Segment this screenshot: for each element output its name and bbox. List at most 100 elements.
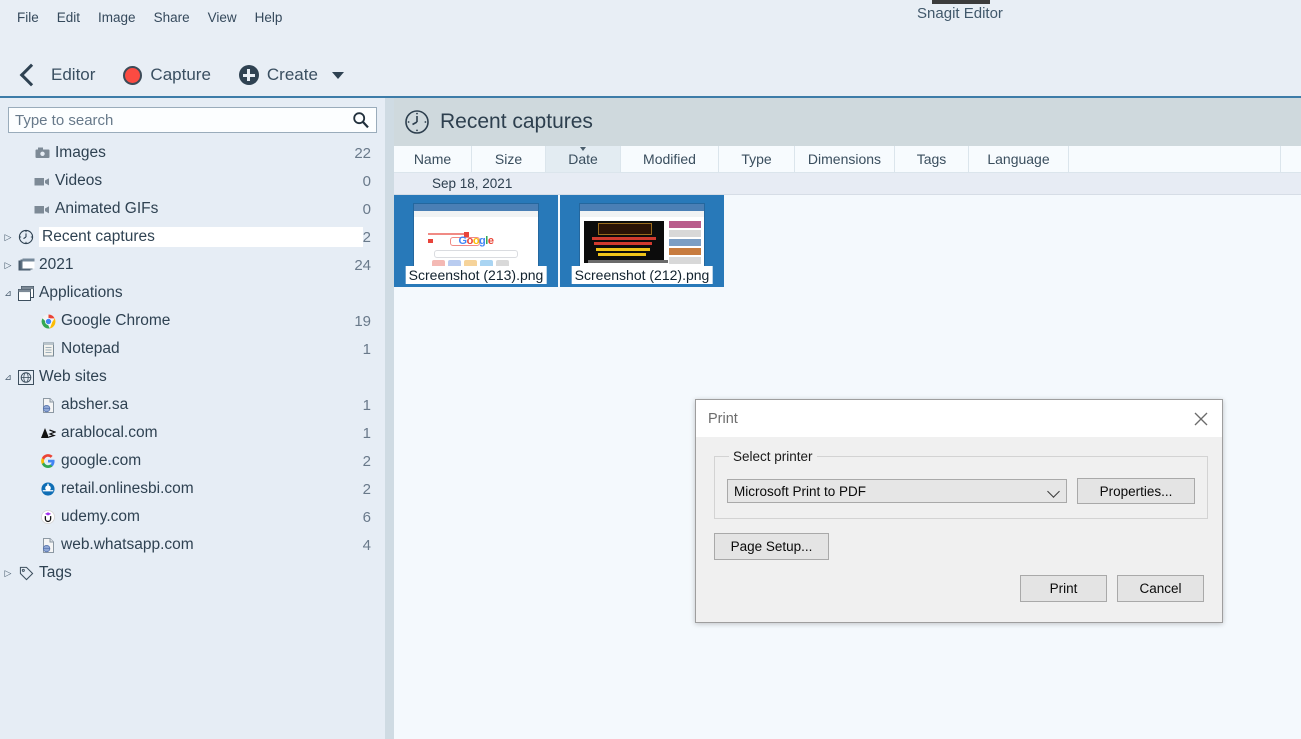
sidebar-item-count: 24 <box>354 256 371 274</box>
chevron-down-icon <box>1047 485 1060 498</box>
clock-icon <box>16 228 36 246</box>
library-tree: Images 22 Videos 0 Animated GIFs 0 ▷ Recent cap… <box>0 139 385 587</box>
cancel-button[interactable]: Cancel <box>1117 575 1204 602</box>
close-button[interactable] <box>1184 404 1218 434</box>
capture-button[interactable]: Capture <box>119 62 220 88</box>
sidebar-item-arablocal-com[interactable]: arablocal.com 1 <box>0 419 385 447</box>
page-setup-button[interactable]: Page Setup... <box>714 533 829 560</box>
sidebar-item-count: 2 <box>362 228 371 246</box>
select-printer-label: Select printer <box>733 449 813 464</box>
sidebar-item-udemy-com[interactable]: udemy.com 6 <box>0 503 385 531</box>
sidebar-item-count: 22 <box>354 144 371 162</box>
sidebar-item-images[interactable]: Images 22 <box>0 139 385 167</box>
column-header-tags[interactable]: Tags <box>895 146 969 172</box>
column-header-label: Modified <box>643 151 696 167</box>
date-group-header[interactable]: Sep 18, 2021 <box>394 173 1301 195</box>
sidebar-item-label: Tags <box>39 564 72 581</box>
sidebar-item-label: Videos <box>55 172 103 189</box>
editor-button[interactable]: Editor <box>14 62 105 88</box>
sidebar-item-label: google.com <box>61 452 142 469</box>
sidebar-item-videos[interactable]: Videos 0 <box>0 167 385 195</box>
page-globe-icon <box>38 536 58 554</box>
sbi-icon <box>38 480 58 498</box>
select-printer-group: Select printer Microsoft Print to PDF Pr… <box>714 449 1208 519</box>
sidebar-item-2021[interactable]: ▷ 2021 24 <box>0 251 385 279</box>
sidebar-item-count: 6 <box>362 508 371 526</box>
sidebar-item-recent-captures[interactable]: ▷ Recent captures 2 <box>0 223 385 251</box>
expand-arrow-icon[interactable]: ▷ <box>0 568 16 579</box>
window-accent-bar <box>932 0 990 4</box>
print-dialog: Print Select printer Microsoft Print to … <box>695 399 1223 623</box>
column-header-label: Type <box>741 151 772 167</box>
expand-arrow-icon[interactable]: ▷ <box>0 260 16 271</box>
editor-button-label: Editor <box>51 65 96 84</box>
create-button[interactable]: Create <box>235 62 354 88</box>
column-header-row: Name Size Date Modified Type Dimensions Tags La… <box>394 146 1301 173</box>
print-dialog-body: Select printer Microsoft Print to PDF Pr… <box>696 437 1222 560</box>
column-header-type[interactable]: Type <box>719 146 795 172</box>
column-header-label: Date <box>568 151 598 167</box>
menu-item-image[interactable]: Image <box>89 7 145 28</box>
search-icon[interactable] <box>352 111 370 129</box>
column-header-dimensions[interactable]: Dimensions <box>795 146 895 172</box>
library-sidebar: Images22Videos0Animated GIFs0▷Recent cap… <box>0 98 385 739</box>
video-icon <box>32 172 52 190</box>
sidebar-item-count: 19 <box>354 312 371 330</box>
search-input[interactable] <box>9 110 347 130</box>
sidebar-item-google-chrome[interactable]: Google Chrome 19 <box>0 307 385 335</box>
sort-indicator-icon <box>580 147 586 151</box>
sidebar-item-label: Web sites <box>39 368 107 385</box>
print-dialog-actions: Print Cancel <box>1020 575 1204 602</box>
sidebar-item-animated-gifs[interactable]: Animated GIFs 0 <box>0 195 385 223</box>
column-header-date[interactable]: Date <box>546 146 621 172</box>
sidebar-item-absher-sa[interactable]: absher.sa 1 <box>0 391 385 419</box>
sidebar-item-applications[interactable]: ⊿ Applications <box>0 279 385 307</box>
menu-item-share[interactable]: Share <box>145 7 199 28</box>
collapse-arrow-icon[interactable]: ⊿ <box>0 372 16 383</box>
column-header-language[interactable]: Language <box>969 146 1069 172</box>
sidebar-item-label: retail.onlinesbi.com <box>61 480 194 497</box>
sidebar-item-google-com[interactable]: google.com 2 <box>0 447 385 475</box>
sidebar-item-retail-onlinesbi-com[interactable]: retail.onlinesbi.com 2 <box>0 475 385 503</box>
capture-button-label: Capture <box>150 65 211 84</box>
menu-item-view[interactable]: View <box>199 7 246 28</box>
sidebar-item-count: 1 <box>362 340 371 358</box>
column-header-size[interactable]: Size <box>472 146 546 172</box>
sidebar-item-web-sites[interactable]: ⊿ Web sites <box>0 363 385 391</box>
sidebar-item-label: udemy.com <box>61 508 140 525</box>
print-dialog-title: Print <box>708 410 738 427</box>
column-header-modified[interactable]: Modified <box>621 146 719 172</box>
sidebar-item-notepad[interactable]: Notepad 1 <box>0 335 385 363</box>
menu-item-help[interactable]: Help <box>246 7 292 28</box>
main-header: Recent captures <box>394 98 1301 146</box>
thumbnail-item[interactable]: Screenshot (212).png <box>560 195 724 287</box>
windows-icon <box>16 284 36 302</box>
sidebar-item-label: Applications <box>39 284 123 301</box>
search-box[interactable] <box>8 107 377 133</box>
properties-button[interactable]: Properties... <box>1077 478 1195 504</box>
column-header-label: Size <box>494 151 523 167</box>
thumbnail-image: Google <box>413 203 539 274</box>
record-dot-icon <box>123 65 143 85</box>
column-header-name[interactable]: Name <box>394 146 472 172</box>
sidebar-item-count: 0 <box>362 200 371 218</box>
sidebar-item-label: Images <box>55 144 106 161</box>
menu-item-edit[interactable]: Edit <box>48 7 89 28</box>
print-button[interactable]: Print <box>1020 575 1107 602</box>
sidebar-item-tags[interactable]: ▷ Tags <box>0 559 385 587</box>
folders-icon <box>16 256 36 274</box>
expand-arrow-icon[interactable]: ▷ <box>0 232 16 243</box>
plus-circle-icon <box>238 65 259 85</box>
sidebar-item-label: Recent captures <box>39 227 363 247</box>
thumbnail-item[interactable]: Google Screenshot (213).png <box>394 195 558 287</box>
chevron-left-icon <box>19 63 43 87</box>
collapse-arrow-icon[interactable]: ⊿ <box>0 288 16 299</box>
chevron-down-icon[interactable] <box>331 71 344 79</box>
sidebar-splitter[interactable] <box>385 98 394 739</box>
notepad-icon <box>38 340 58 358</box>
print-dialog-title-bar: Print <box>696 400 1222 437</box>
sidebar-item-web-whatsapp-com[interactable]: web.whatsapp.com 4 <box>0 531 385 559</box>
menu-bar: File Edit Image Share View Help <box>0 4 291 30</box>
menu-item-file[interactable]: File <box>8 7 48 28</box>
printer-select[interactable]: Microsoft Print to PDF <box>727 479 1067 503</box>
